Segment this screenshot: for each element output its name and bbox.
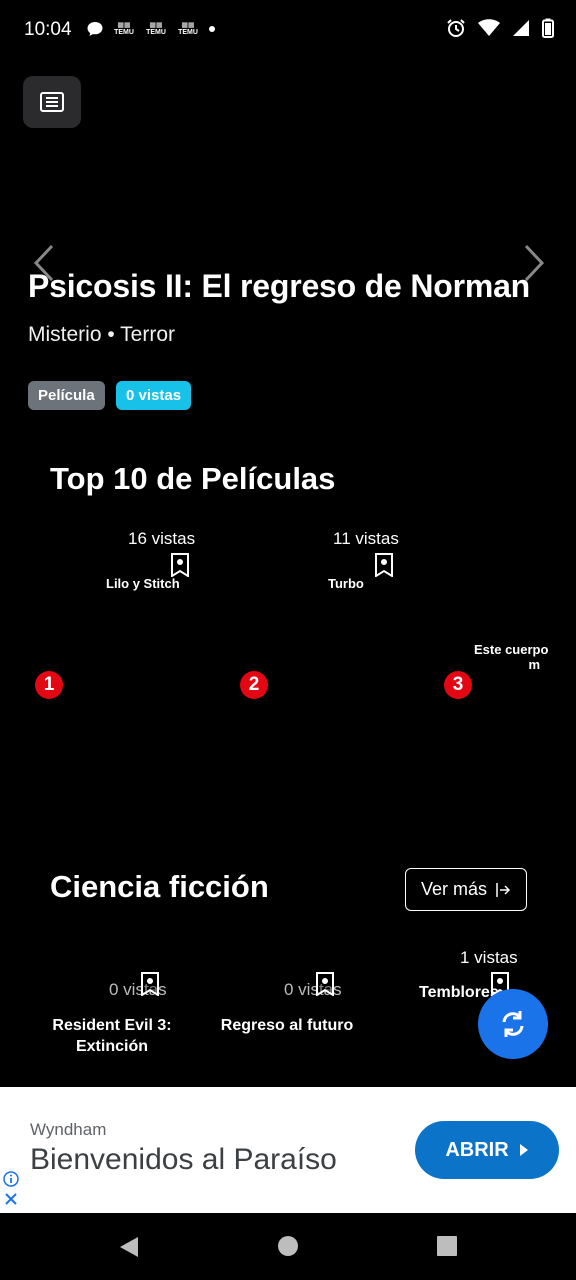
system-icons bbox=[446, 18, 554, 38]
bookmark-icon[interactable] bbox=[170, 553, 190, 577]
menu-button[interactable] bbox=[23, 76, 81, 128]
home-icon[interactable] bbox=[277, 1235, 299, 1257]
navigation-bar bbox=[0, 1213, 576, 1280]
temu-icon: ▦▦ TEMU bbox=[178, 22, 198, 36]
dot-icon bbox=[209, 26, 215, 32]
views-label: 16 vistas bbox=[128, 529, 196, 548]
type-badge: Película bbox=[28, 381, 105, 410]
ad-brand: Wyndham bbox=[30, 1120, 107, 1139]
arrow-right-to-line-icon bbox=[496, 882, 511, 897]
list-icon bbox=[40, 92, 64, 112]
hero-title[interactable]: Psicosis II: El regreso de Norman bbox=[28, 268, 530, 305]
temu-icon: ▦▦ TEMU bbox=[114, 22, 134, 36]
refresh-button[interactable] bbox=[478, 989, 548, 1059]
bookmark-icon[interactable] bbox=[315, 972, 335, 996]
top10-list: 16 vistas Lilo y Stitch 1 11 vistas Turb… bbox=[0, 520, 576, 710]
rank-badge: 3 bbox=[444, 671, 472, 699]
views-badge: 0 vistas bbox=[116, 381, 192, 410]
movie-name[interactable]: Regreso al futuro bbox=[212, 1015, 362, 1036]
status-time: 10:04 bbox=[24, 19, 72, 40]
movie-name-line2: m bbox=[528, 657, 540, 672]
notification-icons: ▦▦ TEMU ▦▦ TEMU ▦▦ TEMU bbox=[86, 20, 216, 38]
rank-badge: 1 bbox=[35, 671, 63, 699]
movie-name-clipped[interactable]: Este cuerpo m bbox=[474, 642, 576, 672]
back-icon[interactable] bbox=[118, 1235, 140, 1259]
views-label: 11 vistas bbox=[333, 529, 399, 548]
play-arrow-icon bbox=[519, 1144, 528, 1156]
alarm-icon bbox=[447, 19, 465, 37]
movie-name[interactable]: Turbo bbox=[328, 576, 364, 591]
ad-open-button[interactable]: ABRIR bbox=[415, 1121, 559, 1179]
recents-icon[interactable] bbox=[436, 1235, 458, 1257]
chat-bubble-icon bbox=[87, 22, 103, 36]
views-label: 1 vistas bbox=[460, 948, 518, 967]
battery-icon bbox=[542, 18, 554, 38]
wifi-icon bbox=[478, 19, 500, 36]
ad-open-label: ABRIR bbox=[445, 1138, 509, 1161]
bookmark-icon[interactable] bbox=[140, 972, 160, 996]
movie-name[interactable]: Lilo y Stitch bbox=[106, 576, 180, 591]
see-more-label: Ver más bbox=[420, 879, 488, 899]
hero-genres: Misterio • Terror bbox=[28, 323, 175, 346]
ad-headline[interactable]: Bienvenidos al Paraíso bbox=[30, 1143, 337, 1177]
info-icon[interactable] bbox=[3, 1171, 19, 1187]
status-bar: 10:04 ▦▦ TEMU ▦▦ TEMU ▦▦ TEMU bbox=[0, 0, 576, 62]
close-icon[interactable] bbox=[3, 1191, 19, 1207]
signal-icon bbox=[513, 20, 529, 36]
refresh-icon bbox=[502, 1011, 524, 1037]
movie-name[interactable]: Resident Evil 3: Extinción bbox=[42, 1015, 182, 1057]
rank-badge: 2 bbox=[240, 671, 268, 699]
movie-name: Este cuerpo bbox=[474, 642, 549, 657]
scifi-title: Ciencia ficción bbox=[50, 869, 269, 904]
see-more-button[interactable]: Ver más bbox=[405, 868, 527, 911]
temu-icon: ▦▦ TEMU bbox=[146, 22, 166, 36]
top10-title: Top 10 de Películas bbox=[50, 461, 336, 496]
bookmark-icon[interactable] bbox=[374, 553, 394, 577]
